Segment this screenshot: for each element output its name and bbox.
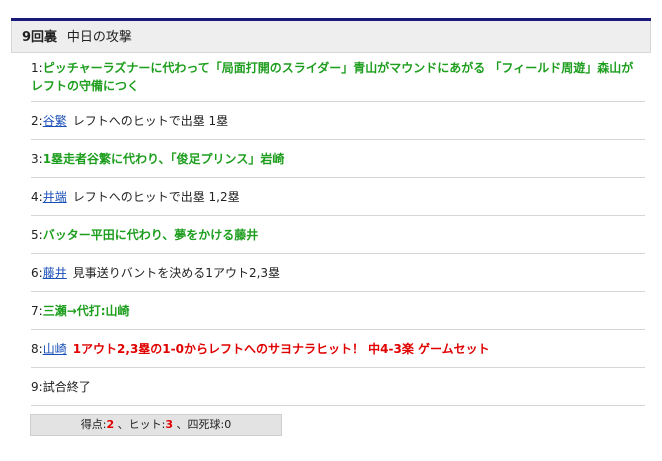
hits-value: 3 xyxy=(165,418,174,431)
runs-label: 得点: xyxy=(80,418,107,431)
play-number: 7: xyxy=(31,304,43,318)
play-list: 1:ピッチャーラズナーに代わって「局面打開のスライダー」青山がマウンドにあがる … xyxy=(31,53,645,406)
inning-summary: 得点:2 、ヒット:3 、四死球:0 xyxy=(30,414,282,436)
play-text: レフトへのヒットで出塁 1,2塁 xyxy=(72,190,240,204)
runs-value: 2 xyxy=(106,418,115,431)
walks-value: 0 xyxy=(224,418,232,431)
play-item: 6:藤井 見事送りバントを決める1アウト2,3塁 xyxy=(31,254,645,292)
player-link[interactable]: 谷繁 xyxy=(43,114,67,128)
play-text: 1アウト2,3塁の1-0からレフトへのサヨナラヒット！ 中4-3楽 ゲームセット xyxy=(72,342,490,356)
play-number: 4: xyxy=(31,190,43,204)
play-number: 2: xyxy=(31,114,43,128)
team-attack-label: 中日の攻撃 xyxy=(66,30,132,45)
play-item: 3:1塁走者谷繁に代わり、「俊足プリンス」岩崎 xyxy=(31,140,645,178)
play-item: 9:試合終了 xyxy=(31,368,645,406)
player-link[interactable]: 藤井 xyxy=(43,266,67,280)
play-text: 試合終了 xyxy=(42,380,91,394)
play-item: 1:ピッチャーラズナーに代わって「局面打開のスライダー」青山がマウンドにあがる … xyxy=(31,53,645,102)
play-number: 9: xyxy=(31,380,43,394)
separator: 、 xyxy=(176,418,188,431)
play-item: 4:井端 レフトへのヒットで出塁 1,2塁 xyxy=(31,178,645,216)
play-text: バッター平田に代わり、夢をかける藤井 xyxy=(42,228,259,242)
play-item: 5:バッター平田に代わり、夢をかける藤井 xyxy=(31,216,645,254)
inning-header: 9回裏 中日の攻撃 xyxy=(11,21,651,53)
play-number: 5: xyxy=(31,228,43,242)
player-link[interactable]: 山崎 xyxy=(43,342,67,356)
play-number: 1: xyxy=(31,61,43,75)
play-number: 3: xyxy=(31,152,43,166)
play-item: 8:山崎 1アウト2,3塁の1-0からレフトへのサヨナラヒット！ 中4-3楽 ゲー… xyxy=(31,330,645,368)
play-text: 1塁走者谷繁に代わり、「俊足プリンス」岩崎 xyxy=(42,152,285,166)
walks-label: 四死球: xyxy=(187,418,225,431)
play-number: 8: xyxy=(31,342,43,356)
play-text: ピッチャーラズナーに代わって「局面打開のスライダー」青山がマウンドにあがる 「フ… xyxy=(31,61,634,93)
player-link[interactable]: 井端 xyxy=(43,190,67,204)
play-text: 三瀬→代打:山崎 xyxy=(42,304,130,318)
inning-label: 9回裏 xyxy=(22,30,58,45)
play-item: 2:谷繁 レフトへのヒットで出塁 1塁 xyxy=(31,102,645,140)
play-text: 見事送りバントを決める1アウト2,3塁 xyxy=(72,266,281,280)
play-number: 6: xyxy=(31,266,43,280)
inning-panel: 9回裏 中日の攻撃 1:ピッチャーラズナーに代わって「局面打開のスライダー」青山… xyxy=(11,18,651,436)
hits-label: ヒット: xyxy=(128,418,166,431)
separator: 、 xyxy=(117,418,129,431)
play-item: 7:三瀬→代打:山崎 xyxy=(31,292,645,330)
play-text: レフトへのヒットで出塁 1塁 xyxy=(72,114,229,128)
